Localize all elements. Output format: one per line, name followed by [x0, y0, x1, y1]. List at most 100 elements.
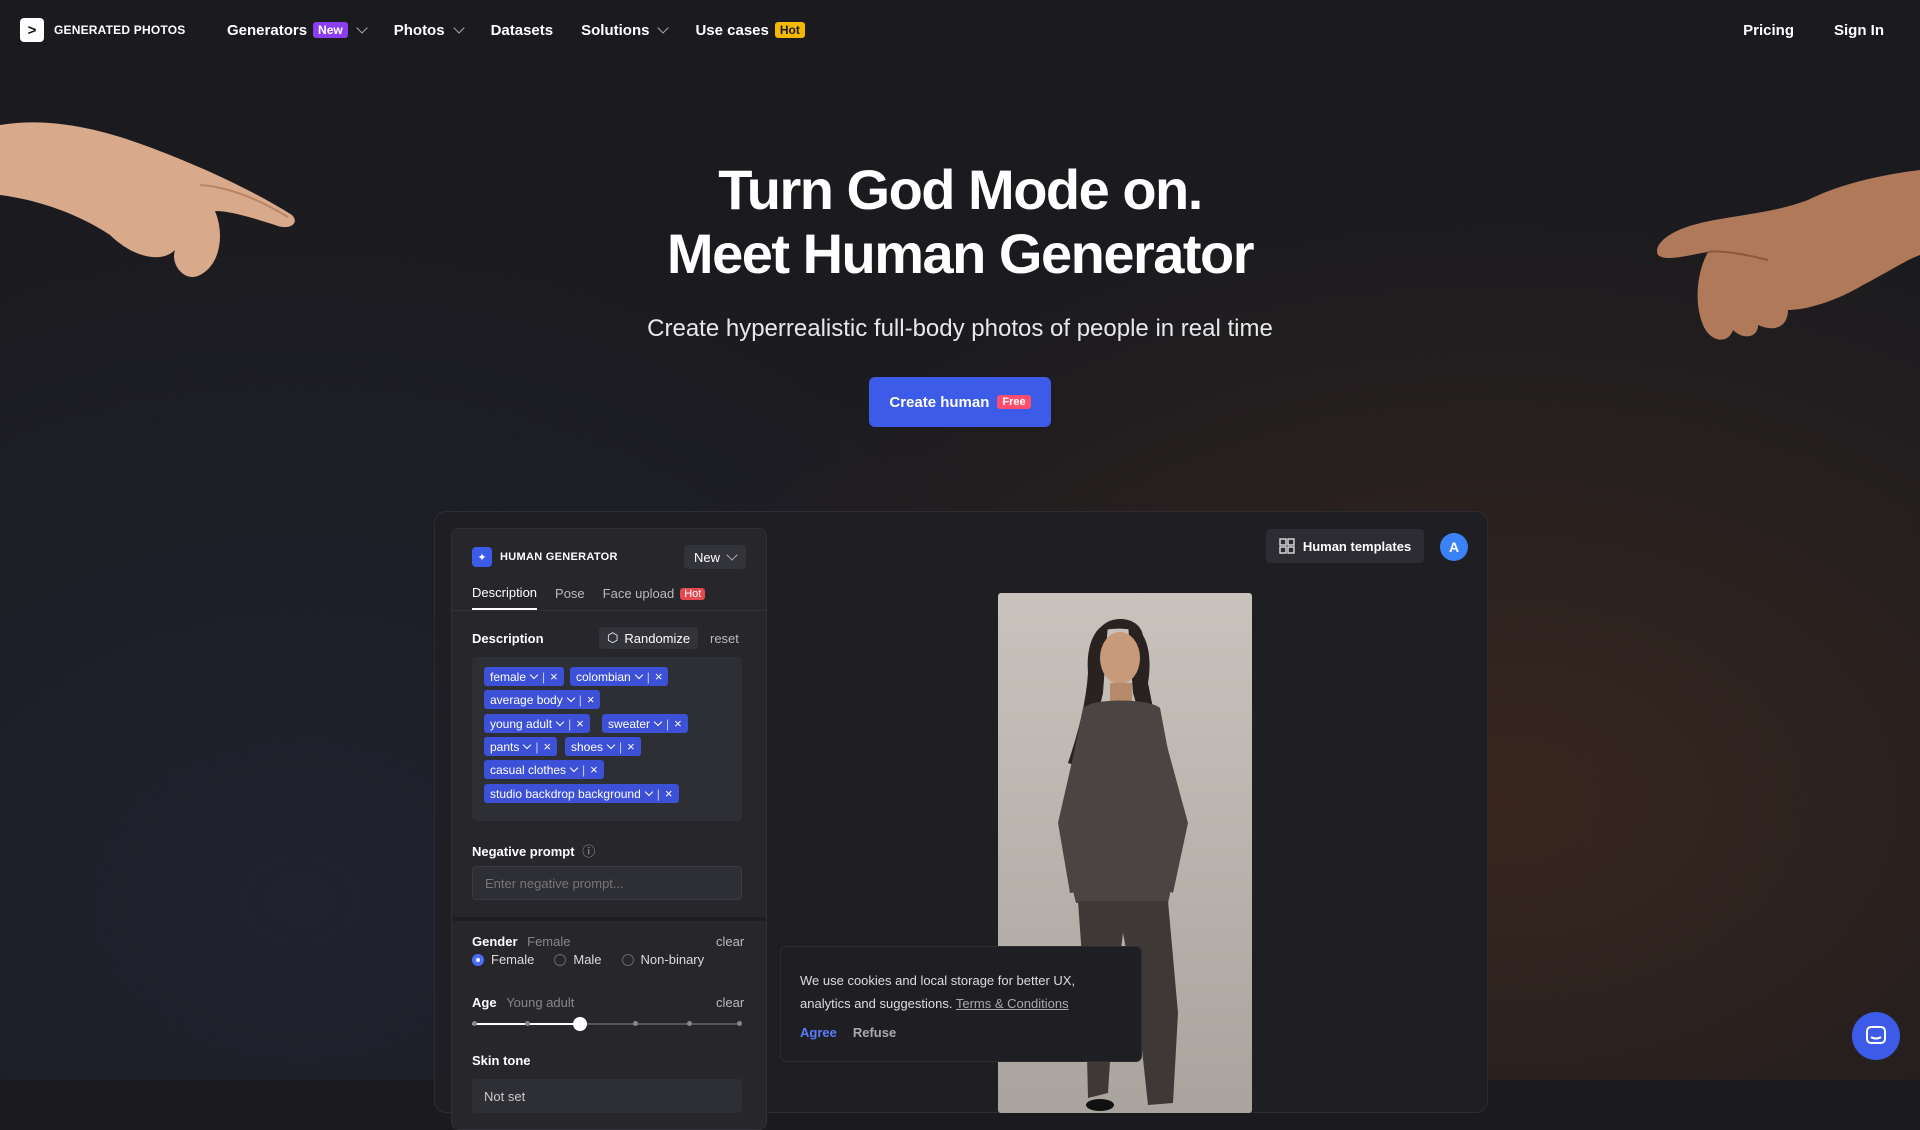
close-icon[interactable]: × — [655, 670, 663, 683]
tag-separator: | — [646, 669, 650, 684]
hero-title-line-1: Turn God Mode on. — [718, 158, 1203, 221]
gender-clear-link[interactable]: clear — [716, 934, 744, 949]
close-icon[interactable]: × — [674, 717, 682, 730]
tag-average-body[interactable]: average body | × — [484, 690, 601, 709]
tag-label: pants — [490, 739, 520, 754]
panel-tabs: Description Pose Face upload Hot — [472, 585, 706, 610]
tag-separator: | — [656, 786, 660, 801]
close-icon[interactable]: × — [665, 787, 673, 800]
tag-separator: | — [578, 692, 582, 707]
tag-young-adult[interactable]: young adult | × — [484, 714, 590, 733]
tag-label: female — [490, 669, 527, 684]
chevron-down-icon — [644, 787, 654, 797]
chevron-down-icon — [726, 549, 738, 561]
nav-datasets-label: Datasets — [490, 21, 554, 39]
create-human-button[interactable]: Create human Free — [869, 377, 1051, 427]
tab-description[interactable]: Description — [472, 585, 538, 610]
tab-pose-label: Pose — [555, 586, 585, 601]
tag-studio-backdrop[interactable]: studio backdrop background | × — [484, 784, 679, 803]
description-tags: female | × colombian | × average body | × youn… — [472, 657, 742, 821]
gender-radio-non-binary[interactable]: Non-binary — [621, 952, 705, 967]
create-human-label: Create human — [889, 393, 990, 411]
gender-radio-female[interactable]: Female — [472, 952, 534, 967]
gender-label: Gender Female — [472, 934, 571, 949]
age-label-text: Age — [472, 995, 497, 1010]
tag-casual-clothes[interactable]: casual clothes | × — [484, 760, 604, 779]
gender-label-text: Gender — [472, 934, 518, 949]
tag-separator: | — [619, 739, 623, 754]
hot-badge: Hot — [680, 587, 706, 600]
tab-face-upload[interactable]: Face upload Hot — [603, 585, 706, 610]
generator-panel: ✦ HUMAN GENERATOR New Description Pose F… — [451, 528, 767, 1130]
tag-sweater[interactable]: sweater | × — [602, 714, 688, 733]
close-icon[interactable]: × — [627, 740, 635, 753]
sparkle-icon: ✦ — [472, 547, 492, 567]
skin-tone-dropdown[interactable]: Not set — [472, 1079, 742, 1113]
chevron-down-icon — [555, 717, 565, 727]
tag-pants[interactable]: pants | × — [484, 737, 558, 756]
tag-shoes[interactable]: shoes | × — [565, 737, 641, 756]
nav-solutions[interactable]: Solutions — [581, 22, 670, 39]
close-icon[interactable]: × — [543, 740, 551, 753]
human-templates-label: Human templates — [1302, 538, 1412, 554]
new-dropdown[interactable]: New — [683, 545, 746, 569]
tag-label: shoes — [571, 739, 604, 754]
hero-title: Turn God Mode on. Meet Human Generator — [0, 158, 1920, 286]
grid-icon — [1279, 538, 1295, 554]
tag-label: studio backdrop background — [490, 786, 641, 801]
tab-face-upload-label: Face upload — [602, 586, 675, 601]
gender-radio-male[interactable]: Male — [554, 952, 602, 967]
chevron-down-icon — [606, 740, 616, 750]
chevron-down-icon — [566, 693, 575, 703]
tag-colombian[interactable]: colombian | × — [570, 667, 669, 686]
age-clear-link[interactable]: clear — [716, 995, 744, 1010]
refuse-button[interactable]: Refuse — [853, 1025, 896, 1040]
reset-link[interactable]: reset — [710, 631, 739, 646]
sign-in-link[interactable]: Sign In — [1834, 22, 1884, 39]
agree-button[interactable]: Agree — [800, 1025, 837, 1040]
gender-option-label: Non-binary — [640, 952, 705, 967]
chat-button[interactable] — [1852, 1012, 1900, 1060]
close-icon[interactable]: × — [550, 670, 558, 683]
randomize-button[interactable]: ⬡ Randomize — [599, 627, 699, 649]
tab-description-label: Description — [472, 585, 538, 600]
tab-pose[interactable]: Pose — [555, 585, 585, 610]
nav-links: Generators New Photos Datasets Solutions… — [227, 0, 805, 60]
tag-label: average body — [490, 692, 563, 707]
terms-link[interactable]: Terms & Conditions — [956, 996, 1069, 1011]
nav-photos-label: Photos — [393, 21, 445, 39]
tag-label: casual clothes — [490, 762, 567, 777]
radio-icon — [621, 953, 634, 966]
tag-label: colombian — [576, 669, 631, 684]
nav-photos[interactable]: Photos — [393, 21, 465, 39]
brand-logo[interactable]: > GENERATED PHOTOS — [20, 18, 185, 42]
close-icon[interactable]: × — [576, 717, 584, 730]
chevron-down-icon — [356, 22, 368, 34]
chevron-down-icon — [523, 740, 532, 750]
tag-female[interactable]: female | × — [484, 667, 564, 686]
gender-option-label: Female — [491, 952, 535, 967]
negative-prompt-input[interactable] — [472, 866, 742, 900]
slider-handle[interactable] — [573, 1017, 587, 1031]
nav-use-cases[interactable]: Use cases Hot — [695, 22, 805, 39]
avatar[interactable]: A — [1440, 533, 1468, 561]
nav-datasets[interactable]: Datasets — [491, 22, 554, 39]
close-icon[interactable]: × — [590, 763, 598, 776]
info-icon[interactable]: ⓘ — [582, 844, 595, 859]
age-slider[interactable] — [472, 1017, 742, 1031]
radio-selected-icon — [472, 953, 484, 966]
slider-tick — [525, 1021, 530, 1026]
new-dropdown-label: New — [693, 549, 720, 565]
chevron-down-icon — [569, 763, 579, 773]
chevron-down-icon — [452, 22, 465, 34]
gender-options: Female Male Non-binary — [472, 952, 704, 967]
chevron-down-icon — [657, 22, 670, 34]
tag-label: young adult — [490, 716, 553, 731]
pricing-link[interactable]: Pricing — [1743, 22, 1794, 39]
nav-generators[interactable]: Generators New — [227, 22, 368, 39]
chevron-down-icon — [653, 717, 663, 727]
human-templates-button[interactable]: Human templates — [1266, 529, 1424, 563]
negative-prompt-label: Negative prompt ⓘ — [472, 841, 595, 860]
close-icon[interactable]: × — [587, 693, 595, 706]
hot-badge: Hot — [774, 22, 805, 38]
